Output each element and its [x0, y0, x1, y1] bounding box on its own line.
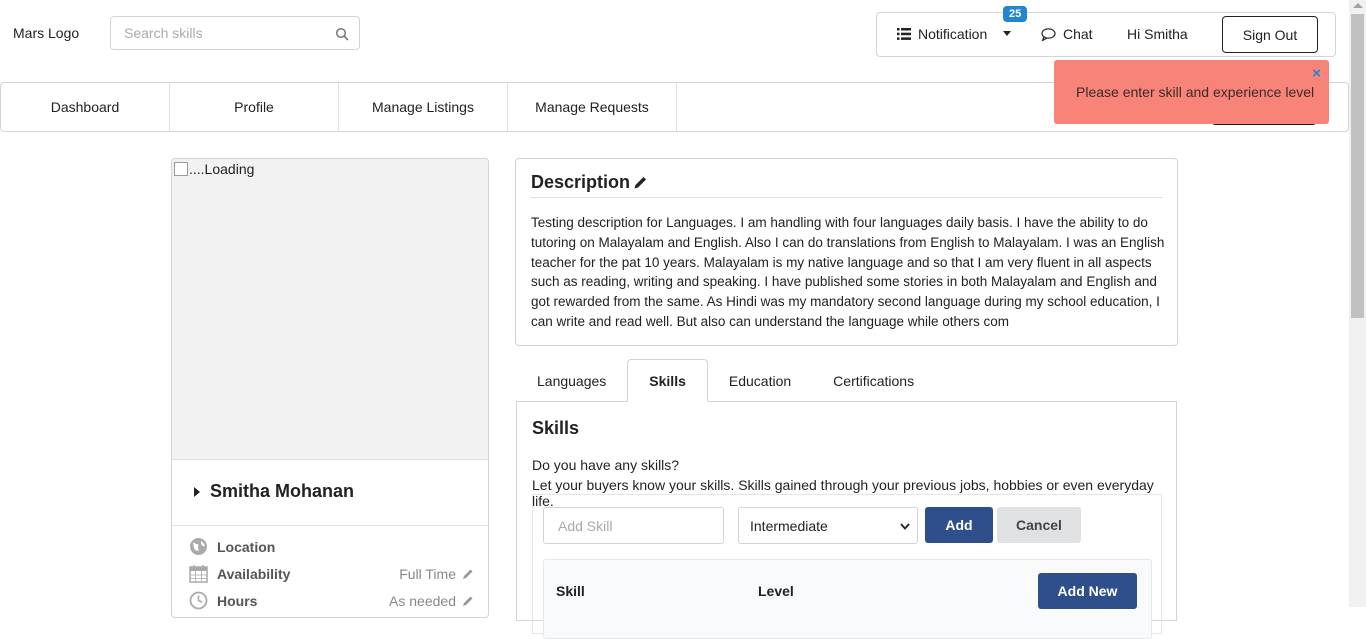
- top-menu: Notification 25 Chat Hi Smitha Sign Out: [876, 6, 1336, 57]
- pencil-icon[interactable]: [462, 595, 474, 607]
- description-card: Description Testing description for Lang…: [515, 158, 1178, 346]
- error-toast: × Please enter skill and experience leve…: [1054, 60, 1329, 124]
- nav-manage-listings[interactable]: Manage Listings: [339, 83, 508, 131]
- search-box: [110, 16, 360, 50]
- profile-card: ....Loading Smitha Mohanan Location Avai…: [171, 158, 489, 618]
- scroll-up-arrow-icon[interactable]: [1353, 3, 1363, 8]
- availability-row: Availability Full Time: [189, 564, 474, 583]
- skill-level-select[interactable]: Intermediate: [738, 507, 918, 544]
- skills-panel: Skills Do you have any skills? Let your …: [516, 401, 1177, 639]
- skills-table-header: Skill Level Add New: [543, 559, 1152, 639]
- search-icon[interactable]: [335, 27, 349, 41]
- divider: [172, 525, 488, 526]
- cancel-button[interactable]: Cancel: [997, 507, 1081, 543]
- description-title-text: Description: [531, 172, 631, 192]
- list-icon: [897, 28, 911, 40]
- tab-certifications[interactable]: Certifications: [812, 359, 935, 402]
- sign-out-button[interactable]: Sign Out: [1222, 16, 1318, 53]
- description-text: Testing description for Languages. I am …: [531, 215, 1165, 329]
- chevron-down-icon: [900, 523, 910, 530]
- location-label: Location: [217, 538, 276, 555]
- close-icon[interactable]: ×: [1312, 65, 1321, 82]
- pencil-icon[interactable]: [633, 175, 648, 190]
- caret-down-icon: [1003, 31, 1012, 36]
- chat-label: Chat: [1063, 26, 1093, 42]
- profile-image: ....Loading: [172, 159, 488, 460]
- notification-label: Notification: [918, 26, 988, 42]
- calendar-icon: [189, 565, 208, 583]
- user-greeting: Hi Smitha: [1127, 26, 1188, 42]
- toast-message: Please enter skill and experience level: [1076, 84, 1315, 100]
- search-input[interactable]: [111, 17, 311, 49]
- add-skill-input[interactable]: [543, 507, 724, 544]
- tab-education[interactable]: Education: [708, 359, 812, 402]
- profile-name-text: Smitha Mohanan: [210, 481, 355, 501]
- nav-profile[interactable]: Profile: [170, 83, 339, 131]
- availability-label: Availability: [217, 565, 291, 582]
- skills-question: Do you have any skills?: [532, 457, 680, 473]
- hours-label: Hours: [217, 592, 258, 609]
- profile-name[interactable]: Smitha Mohanan: [194, 481, 354, 502]
- add-new-button[interactable]: Add New: [1038, 573, 1137, 609]
- availability-value: Full Time: [399, 565, 456, 582]
- add-button[interactable]: Add: [925, 507, 993, 543]
- broken-image-icon: [174, 162, 188, 176]
- column-level: Level: [758, 583, 794, 599]
- caret-right-icon: [194, 486, 200, 497]
- clock-icon: [189, 591, 208, 610]
- scrollbar-thumb[interactable]: [1351, 14, 1364, 318]
- pencil-icon[interactable]: [462, 568, 474, 580]
- column-skill: Skill: [556, 583, 585, 599]
- chat-link[interactable]: Chat: [1041, 26, 1093, 42]
- divider: [531, 197, 1163, 198]
- description-title: Description: [531, 172, 648, 193]
- image-alt-text: ....Loading: [174, 161, 254, 177]
- profile-tabs: Languages Skills Education Certification…: [516, 359, 935, 402]
- tab-skills[interactable]: Skills: [627, 359, 708, 402]
- hours-value: As needed: [389, 592, 456, 609]
- hours-row: Hours As needed: [189, 591, 474, 610]
- notification-menu[interactable]: Notification: [897, 26, 1012, 42]
- notification-badge: 25: [1003, 6, 1028, 22]
- logo[interactable]: Mars Logo: [13, 25, 79, 41]
- nav-manage-requests[interactable]: Manage Requests: [508, 83, 677, 131]
- nav-dashboard[interactable]: Dashboard: [1, 83, 170, 131]
- image-alt-label: ....Loading: [189, 161, 255, 177]
- chat-icon: [1041, 27, 1056, 41]
- globe-icon: [190, 538, 207, 555]
- skill-level-value: Intermediate: [750, 518, 828, 534]
- tab-languages[interactable]: Languages: [516, 359, 627, 402]
- location-row: Location: [189, 537, 474, 556]
- add-skill-form: Intermediate Add Cancel Skill Level Add …: [532, 494, 1162, 639]
- skills-title: Skills: [532, 418, 580, 438]
